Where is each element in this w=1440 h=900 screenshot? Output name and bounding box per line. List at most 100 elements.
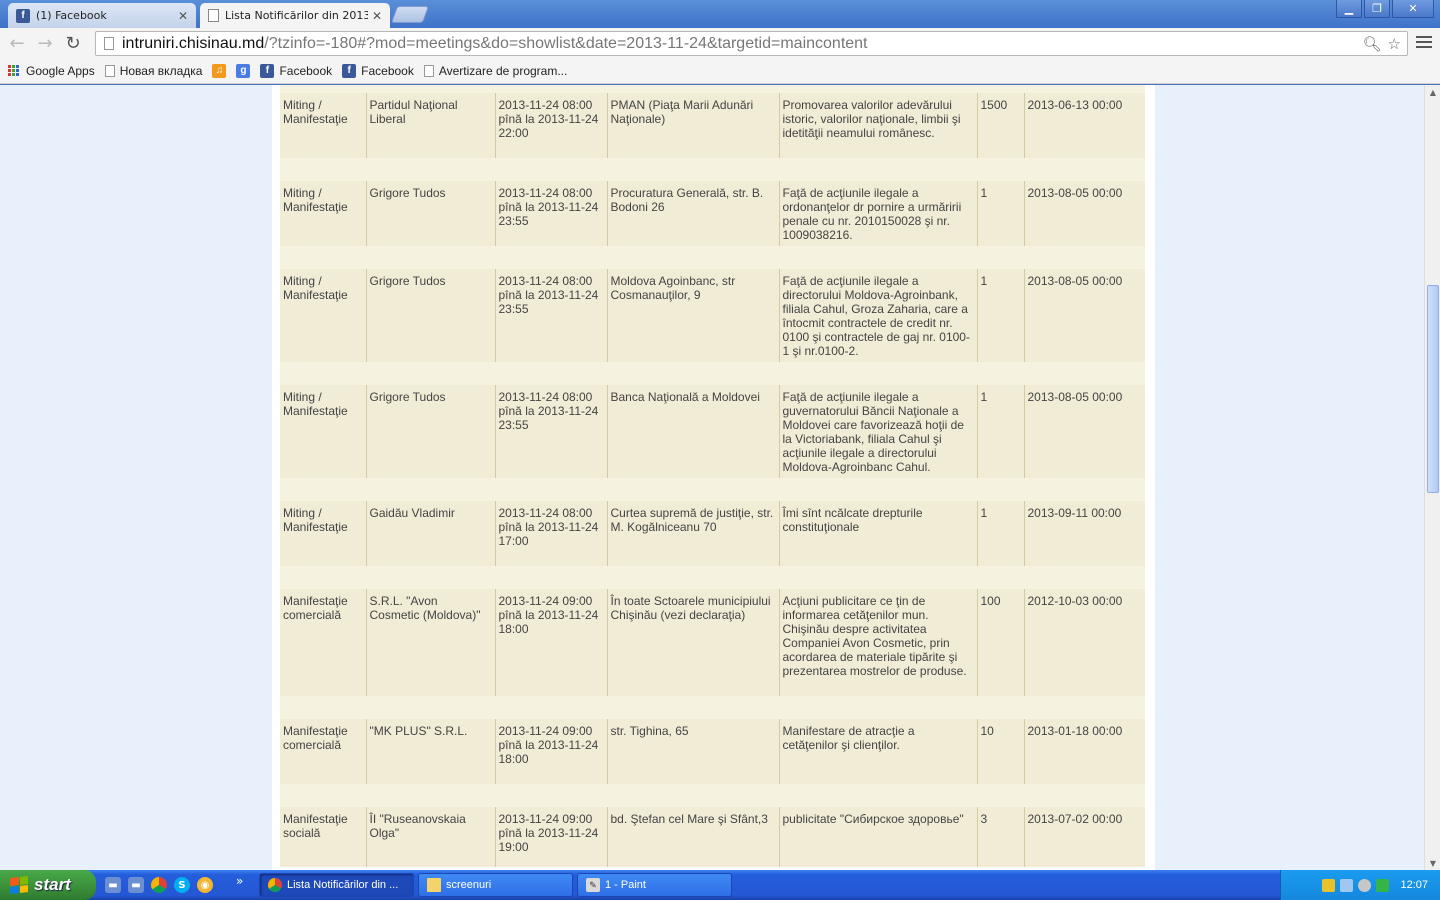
bookmark-label: Facebook (279, 63, 333, 78)
network-icon[interactable]: ▬ (128, 877, 144, 893)
cell-participants: 1 (977, 269, 1025, 362)
cell-period: 2013-11-24 09:00 pînă la 2013-11-24 18:0… (495, 719, 608, 784)
google-icon: g (236, 63, 251, 78)
cell-type: Miting / Manifestaţie (280, 501, 367, 566)
cell-organizer: Grigore Tudos (366, 181, 496, 246)
show-desktop-icon[interactable]: ▬ (105, 877, 121, 893)
cell-type: Miting / Manifestaţie (280, 93, 367, 158)
cell-submitted-date: 2013-01-18 00:00 (1024, 719, 1145, 784)
tab-facebook[interactable]: f (1) Facebook ✕ (8, 3, 196, 28)
vertical-scrollbar[interactable]: ▲ ▼ (1424, 85, 1440, 870)
chrome-icon[interactable] (151, 877, 167, 893)
window-controls: ▁ ❐ ✕ (1336, 0, 1434, 18)
bookmark-label: Avertizare de program... (438, 63, 568, 78)
cell-submitted-date: 2013-09-11 00:00 (1024, 501, 1145, 566)
restore-button[interactable]: ❐ (1364, 0, 1390, 18)
tab-lista-notificarilor[interactable]: Lista Notificărilor din 2013-11-24 ✕ (200, 3, 390, 28)
chrome-menu-button[interactable] (1416, 34, 1432, 50)
task-chrome[interactable]: Lista Notificărilor din ... (259, 873, 414, 897)
cell-submitted-date: 2013-08-05 00:00 (1024, 385, 1145, 478)
checkmark-icon[interactable] (1376, 878, 1390, 892)
main-content: Miting / Manifestaţie Partidul Naţional L… (272, 85, 1155, 870)
security-icon[interactable] (1322, 878, 1336, 892)
bookmark-facebook-2[interactable]: f Facebook (342, 63, 414, 78)
cell-type: Miting / Manifestaţie (280, 181, 367, 246)
cell-period: 2013-11-24 09:00 pînă la 2013-11-24 19:0… (495, 807, 608, 867)
row-separator-cell (280, 158, 1145, 181)
row-separator-cell (280, 362, 1145, 385)
row-separator-cell (280, 246, 1145, 269)
bookmark-avertizare[interactable]: Avertizare de program... (423, 63, 568, 78)
url-host: intruniri.chisinau.md (122, 34, 265, 52)
cell-submitted-date: 2013-08-05 00:00 (1024, 269, 1145, 362)
row-separator (280, 566, 1145, 589)
cell-purpose: Manifestare de atracţie a cetăţenilor şi… (779, 719, 978, 784)
cell-organizer: Grigore Tudos (366, 385, 496, 478)
cell-purpose: Promovarea valorilor adevărului istoric,… (779, 93, 978, 158)
cell-organizer: ÎI "Ruseanovskaia Olga" (366, 807, 496, 867)
cell-organizer: Partidul Naţional Liberal (366, 93, 496, 158)
folder-icon (427, 878, 441, 892)
taskbar: start ▬ ▬ S ◉ » Lista Notificărilor din … (0, 870, 1440, 900)
cell-location: PMAN (Piaţa Marii Adunări Naţionale) (607, 93, 780, 158)
cell-organizer: Grigore Tudos (366, 269, 496, 362)
table-row: Miting / Manifestaţie Grigore Tudos 2013-1… (280, 269, 1145, 362)
scroll-thumb[interactable] (1427, 285, 1439, 493)
cell-location: str. Tighina, 65 (607, 719, 780, 784)
bookmark-facebook-1[interactable]: f Facebook (260, 63, 333, 78)
task-folder[interactable]: screenuri (418, 873, 573, 897)
cell-submitted-date: 2013-08-05 00:00 (1024, 181, 1145, 246)
close-icon[interactable]: ✕ (372, 9, 382, 23)
address-bar[interactable]: intruniri.chisinau.md/?tzinfo=-180#?mod=… (95, 31, 1408, 56)
bookmark-google[interactable]: g (236, 63, 251, 78)
cell-purpose: publicitate "Сибирское здоровье" (779, 807, 978, 867)
bookmark-label: Google Apps (26, 63, 95, 78)
cell-type: Miting / Manifestaţie (280, 385, 367, 478)
row-separator-cell (280, 784, 1145, 807)
cell-type: Manifestaţie socială (280, 807, 367, 867)
cell-participants: 3 (977, 807, 1025, 867)
skype-icon[interactable]: S (174, 877, 190, 893)
network-icon[interactable] (1340, 878, 1354, 892)
bookmark-new-tab[interactable]: Новая вкладка (104, 64, 202, 78)
page-viewport: Miting / Manifestaţie Partidul Naţional L… (0, 85, 1424, 870)
antivirus-icon[interactable] (1358, 878, 1372, 892)
cell-period: 2013-11-24 08:00 pînă la 2013-11-24 23:5… (495, 269, 608, 362)
task-label: 1 - Paint (605, 879, 646, 891)
cell-location: Curtea supremă de justiţie, str. M. Kogă… (607, 501, 780, 566)
close-window-button[interactable]: ✕ (1392, 0, 1434, 18)
document-icon (423, 64, 434, 77)
forward-button[interactable]: → (31, 29, 59, 57)
page-icon (104, 37, 114, 50)
meetings-table: Miting / Manifestaţie Partidul Naţional L… (280, 93, 1145, 867)
start-button[interactable]: start (0, 870, 96, 900)
cell-location: În toate Sctoarele municipiului Chişinău… (607, 589, 780, 696)
cell-period: 2013-11-24 08:00 pînă la 2013-11-24 22:0… (495, 93, 608, 158)
task-paint[interactable]: ✎ 1 - Paint (577, 873, 732, 897)
cell-location: Moldova Agoinbanc, str Cosmanauţilor, 9 (607, 269, 780, 362)
reload-button[interactable]: ↻ (59, 29, 87, 57)
bookmark-label: Facebook (361, 63, 414, 78)
minimize-button[interactable]: ▁ (1336, 0, 1362, 18)
cell-organizer: "MK PLUS" S.R.L. (366, 719, 496, 784)
scroll-down-arrow[interactable]: ▼ (1425, 856, 1440, 870)
facebook-icon: f (16, 8, 30, 23)
cell-purpose: Faţă de acţiunile ilegale a guvernatorul… (779, 385, 978, 478)
close-icon[interactable]: ✕ (178, 9, 188, 23)
facebook-icon: f (342, 63, 357, 78)
app-icon[interactable]: ◉ (197, 877, 213, 893)
back-button[interactable]: ← (3, 29, 31, 57)
search-icon[interactable]: 🔍︎ (1363, 35, 1382, 53)
bookmark-music[interactable]: ♫ (212, 63, 227, 78)
star-icon[interactable]: ☆ (1388, 35, 1401, 53)
chevron-right-icon[interactable]: » (236, 874, 243, 888)
new-tab-button[interactable] (390, 6, 430, 23)
table-row: Miting / Manifestaţie Grigore Tudos 2013-1… (280, 181, 1145, 246)
task-label: screenuri (446, 879, 492, 891)
bookmark-google-apps[interactable]: Google Apps (8, 64, 95, 78)
scroll-up-arrow[interactable]: ▲ (1425, 85, 1440, 99)
cell-participants: 1 (977, 385, 1025, 478)
row-separator (280, 696, 1145, 719)
windows-logo-icon (10, 876, 28, 894)
table-row: Manifestaţie socială ÎI "Ruseanovskaia Ol… (280, 807, 1145, 867)
